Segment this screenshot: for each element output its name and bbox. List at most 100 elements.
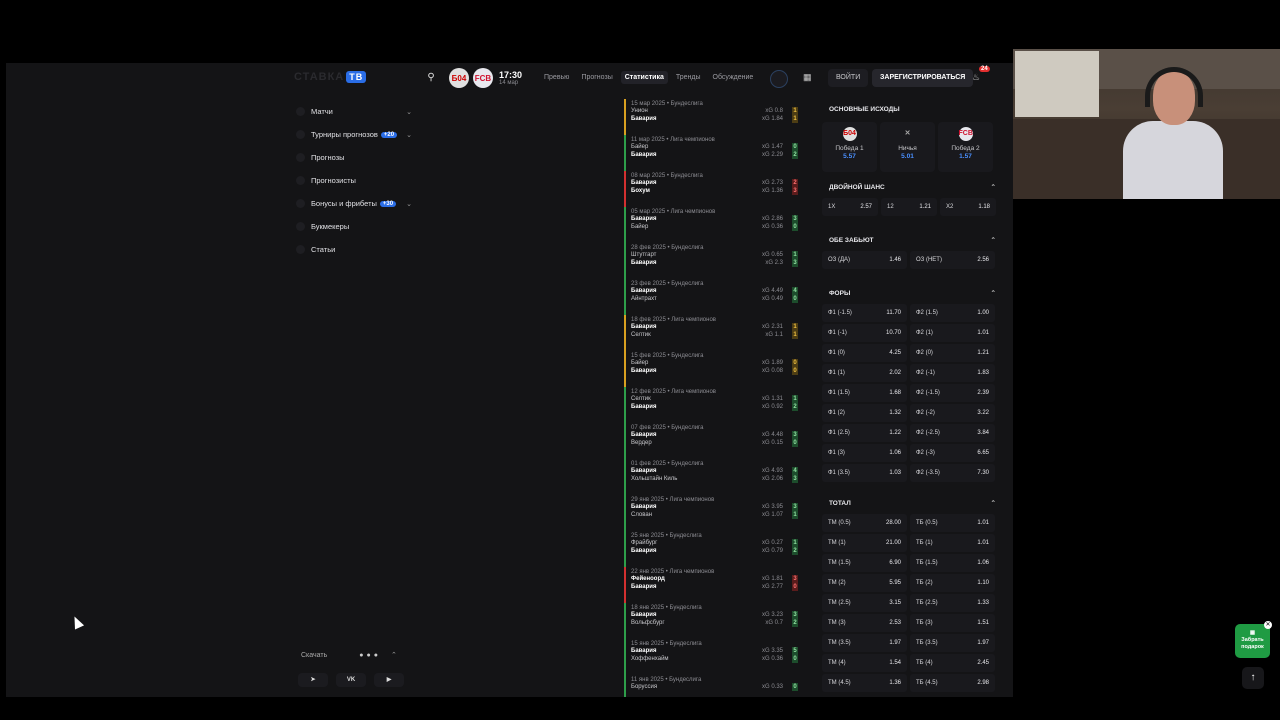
login-button[interactable]: ВОЙТИ xyxy=(828,69,869,87)
odd-cell-total[interactable]: ТМ (1.5) 6.90 xyxy=(822,554,907,572)
chevron-down-icon: ⌄ xyxy=(406,131,412,139)
match-row[interactable]: 15 мар 2025 • Бундеслига Унион xG 0.8 1 Бава… xyxy=(624,99,801,135)
odd-cell-handicap[interactable]: Ф2 (1) 1.01 xyxy=(910,324,995,342)
match-row[interactable]: 12 фев 2025 • Лига чемпионов Селтик xG 1.3… xyxy=(624,387,801,423)
odd-cell-total[interactable]: ТМ (1) 21.00 xyxy=(822,534,907,552)
match-meta: 18 фев 2025 • Лига чемпионов xyxy=(631,317,716,323)
odd-cell-handicap[interactable]: Ф2 (-3) 6.65 xyxy=(910,444,995,462)
chevron-up-icon[interactable]: ⌃ xyxy=(391,651,397,659)
match-row[interactable]: 18 янв 2025 • Бундеслига Бавария xG 3.23 3 В… xyxy=(624,603,801,639)
match-row[interactable]: 25 янв 2025 • Бундеслига Фрайбург xG 0.27 1… xyxy=(624,531,801,567)
odd-cell-total[interactable]: ТБ (2.5) 1.33 xyxy=(910,594,995,612)
youtube-icon[interactable]: ▶ xyxy=(374,673,404,687)
outcome-win2[interactable]: FCB Победа 2 1.57 xyxy=(938,122,993,172)
double-chance-header[interactable]: ДВОЙНОЙ ШАНС ⌃ xyxy=(822,178,1000,198)
sidebar-item-predictions[interactable]: Прогнозы xyxy=(296,146,416,169)
match-row[interactable]: 15 янв 2025 • Бундеслига Бавария xG 3.35 5 Х… xyxy=(624,639,801,675)
odd-cell-total[interactable]: ТМ (3) 2.53 xyxy=(822,614,907,632)
odd-cell-handicap[interactable]: Ф1 (3.5) 1.03 xyxy=(822,464,907,482)
team2-logo-icon[interactable]: FCB xyxy=(473,68,493,88)
outcome-win1[interactable]: Б04 Победа 1 5.57 xyxy=(822,122,877,172)
odd-cell-handicap[interactable]: Ф2 (-2.5) 3.84 xyxy=(910,424,995,442)
gift-icon[interactable]: ▦ xyxy=(803,72,812,83)
match-row[interactable]: 01 фев 2025 • Бундеслига Бавария xG 4.93 4 Х… xyxy=(624,459,801,495)
odd-cell-handicap[interactable]: Ф2 (1.5) 1.00 xyxy=(910,304,995,322)
odd-cell-handicap[interactable]: Ф1 (-1) 10.70 xyxy=(822,324,907,342)
team-name: Бавария xyxy=(631,584,657,590)
odd-label: ТМ (2) xyxy=(828,580,846,586)
odd-cell-both[interactable]: ОЗ (ДА) 1.46 xyxy=(822,251,907,269)
odd-cell-handicap[interactable]: Ф1 (1.5) 1.68 xyxy=(822,384,907,402)
odd-cell-total[interactable]: ТБ (4) 2.45 xyxy=(910,654,995,672)
odd-cell-double[interactable]: X2 1.18 xyxy=(940,198,996,216)
odd-cell-handicap[interactable]: Ф1 (0) 4.25 xyxy=(822,344,907,362)
match-row[interactable]: 28 фев 2025 • Бундеслига Штутгарт xG 0.65 1… xyxy=(624,243,801,279)
site-logo[interactable]: СТАВКА ТВ xyxy=(294,71,367,83)
odd-cell-handicap[interactable]: Ф1 (-1.5) 11.70 xyxy=(822,304,907,322)
search-icon[interactable]: ⚲ xyxy=(425,72,437,84)
odd-cell-handicap[interactable]: Ф2 (-1.5) 2.39 xyxy=(910,384,995,402)
odd-cell-total[interactable]: ТБ (1.5) 1.06 xyxy=(910,554,995,572)
sidebar-item-tournaments[interactable]: Турниры прогнозов +20 ⌄ xyxy=(296,123,416,146)
match-row[interactable]: 11 мар 2025 • Лига чемпионов Байер xG 1.47… xyxy=(624,135,801,171)
match-row[interactable]: 29 янв 2025 • Лига чемпионов Бавария xG 3.… xyxy=(624,495,801,531)
tab-statistics[interactable]: Статистика xyxy=(620,71,668,84)
odd-cell-total[interactable]: ТБ (4.5) 2.98 xyxy=(910,674,995,692)
odd-cell-handicap[interactable]: Ф1 (2.5) 1.22 xyxy=(822,424,907,442)
odd-cell-total[interactable]: ТМ (2) 5.95 xyxy=(822,574,907,592)
match-row[interactable]: 15 фев 2025 • Бундеслига Байер xG 1.89 0 Бав… xyxy=(624,351,801,387)
both-score-header[interactable]: ОБЕ ЗАБЬЮТ ⌃ xyxy=(822,231,1000,251)
odd-cell-total[interactable]: ТБ (3) 1.51 xyxy=(910,614,995,632)
register-button[interactable]: ЗАРЕГИСТРИРОВАТЬСЯ xyxy=(872,69,974,87)
total-header[interactable]: ТОТАЛ ⌃ xyxy=(822,494,1000,514)
match-row[interactable]: 18 фев 2025 • Лига чемпионов Бавария xG 2.… xyxy=(624,315,801,351)
sidebar-item-matches[interactable]: Матчи ⌄ xyxy=(296,100,416,123)
app-store-icons[interactable]: ●●● xyxy=(359,652,381,659)
odd-cell-total[interactable]: ТМ (0.5) 28.00 xyxy=(822,514,907,532)
tab-preview[interactable]: Превью xyxy=(540,71,573,84)
odd-cell-total[interactable]: ТМ (2.5) 3.15 xyxy=(822,594,907,612)
odd-cell-handicap[interactable]: Ф2 (0) 1.21 xyxy=(910,344,995,362)
odd-cell-handicap[interactable]: Ф1 (3) 1.06 xyxy=(822,444,907,462)
odd-cell-double[interactable]: 12 1.21 xyxy=(881,198,937,216)
odd-cell-total[interactable]: ТБ (3.5) 1.97 xyxy=(910,634,995,652)
sidebar-item-articles[interactable]: Статьи xyxy=(296,238,416,261)
match-row[interactable]: 07 фев 2025 • Бундеслига Бавария xG 4.48 3 В… xyxy=(624,423,801,459)
odd-cell-total[interactable]: ТМ (3.5) 1.97 xyxy=(822,634,907,652)
sidebar-item-tipsters[interactable]: Прогнозисты xyxy=(296,169,416,192)
match-row[interactable]: 05 мар 2025 • Лига чемпионов Бавария xG 2.… xyxy=(624,207,801,243)
odd-cell-handicap[interactable]: Ф1 (2) 1.32 xyxy=(822,404,907,422)
bell-icon[interactable]: ♨ xyxy=(972,72,980,83)
odd-cell-double[interactable]: 1X 2.57 xyxy=(822,198,878,216)
odd-cell-handicap[interactable]: Ф2 (-1) 1.83 xyxy=(910,364,995,382)
team1-logo-icon[interactable]: Б04 xyxy=(449,68,469,88)
odd-cell-handicap[interactable]: Ф2 (-2) 3.22 xyxy=(910,404,995,422)
vk-icon[interactable]: VK xyxy=(336,673,366,687)
match-row[interactable]: 23 фев 2025 • Бундеслига Бавария xG 4.49 4 А… xyxy=(624,279,801,315)
odd-cell-total[interactable]: ТБ (0.5) 1.01 xyxy=(910,514,995,532)
odd-cell-handicap[interactable]: Ф2 (-3.5) 7.30 xyxy=(910,464,995,482)
handicap-header[interactable]: ФОРЫ ⌃ xyxy=(822,284,1000,304)
tab-discussion[interactable]: Обсуждение xyxy=(709,71,758,84)
match-row[interactable]: 11 янв 2025 • Бундеслига Боруссия xG 0.33 0 xyxy=(624,675,801,697)
odd-cell-total[interactable]: ТМ (4.5) 1.36 xyxy=(822,674,907,692)
odd-cell-total[interactable]: ТБ (1) 1.01 xyxy=(910,534,995,552)
odd-cell-handicap[interactable]: Ф1 (1) 2.02 xyxy=(822,364,907,382)
sidebar-item-bookmakers[interactable]: Букмекеры xyxy=(296,215,416,238)
odd-cell-total[interactable]: ТБ (2) 1.10 xyxy=(910,574,995,592)
scroll-top-button[interactable]: ↑ xyxy=(1242,667,1264,689)
theme-toggle-icon[interactable] xyxy=(770,70,788,88)
outcome-draw[interactable]: ✕ Ничья 5.01 xyxy=(880,122,935,172)
odd-cell-both[interactable]: ОЗ (НЕТ) 2.56 xyxy=(910,251,995,269)
close-icon[interactable]: ✕ xyxy=(1264,621,1272,629)
sidebar-item-bonuses[interactable]: Бонусы и фрибеты +30 ⌄ xyxy=(296,192,416,215)
odd-label: ТБ (0.5) xyxy=(916,520,938,526)
match-row[interactable]: 22 янв 2025 • Лига чемпионов Фейеноорд xG … xyxy=(624,567,801,603)
odd-cell-total[interactable]: ТМ (4) 1.54 xyxy=(822,654,907,672)
telegram-icon[interactable]: ➤ xyxy=(298,673,328,687)
match-row[interactable]: 08 мар 2025 • Бундеслига Бавария xG 2.73 2 Б… xyxy=(624,171,801,207)
team-row: Селтик xG 1.31 1 xyxy=(631,395,801,403)
tab-trends[interactable]: Тренды xyxy=(672,71,705,84)
tab-predictions[interactable]: Прогнозы xyxy=(577,71,616,84)
gift-widget-button[interactable]: ▦ Забрать подарок xyxy=(1235,624,1270,658)
